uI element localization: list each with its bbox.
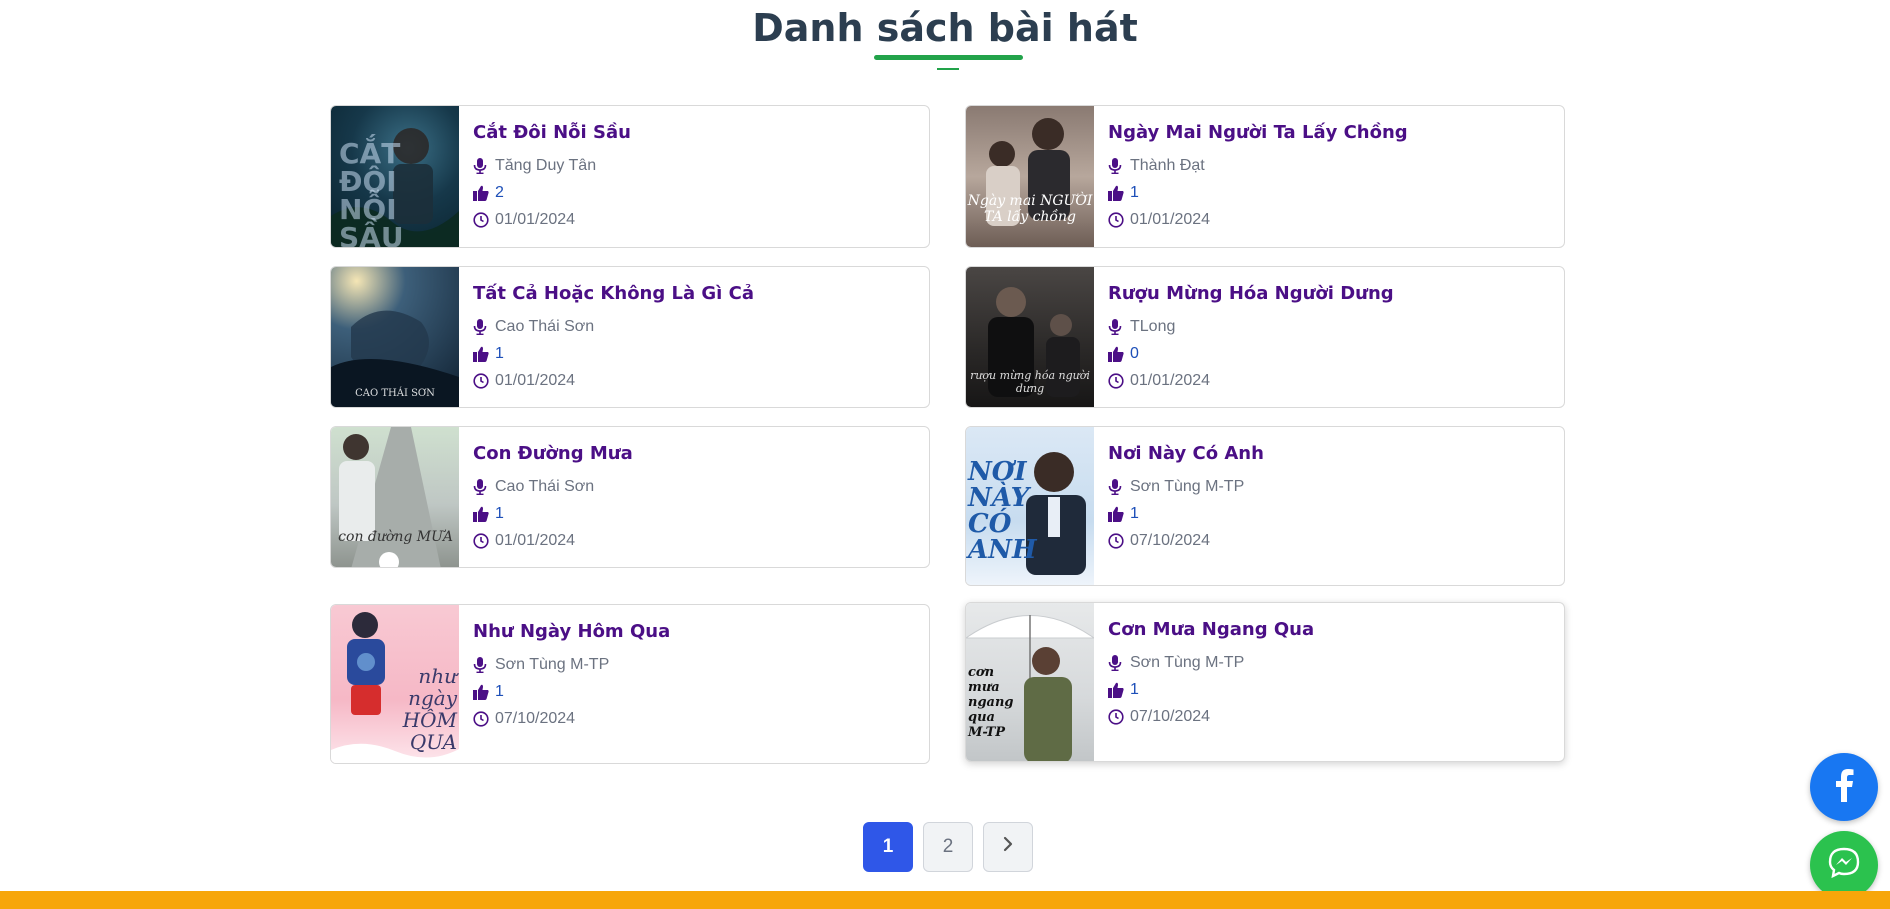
song-artist: Thành Đạt <box>1130 156 1205 174</box>
facebook-button[interactable] <box>1810 753 1878 821</box>
next-page-button[interactable] <box>983 822 1033 872</box>
song-card[interactable]: rượu mừng hóa người dưng Rượu Mừng Hóa N… <box>965 266 1565 408</box>
clock-icon <box>1108 372 1130 389</box>
song-card[interactable]: cơn mưa ngang qua M-TP Cơn Mưa Ngang Qua… <box>965 602 1565 762</box>
song-cover[interactable]: Ngày mai NGƯỜI TA lấy chồng <box>966 106 1094 247</box>
thumbs-up-icon <box>1108 506 1130 522</box>
song-artist: Sơn Tùng M-TP <box>495 655 610 673</box>
song-likes: 2 <box>495 183 504 201</box>
page-1-button[interactable]: 1 <box>863 822 913 872</box>
cover-text: NƠI NÀY CÓ ANH <box>968 457 1037 565</box>
cover-text: cơn mưa ngang qua M-TP <box>968 665 1014 740</box>
cover-text: CAO THÁI SƠN <box>355 388 435 399</box>
song-likes: 1 <box>495 682 504 700</box>
song-likes: 1 <box>1130 504 1139 522</box>
song-cover[interactable]: như ngày HÔM QUA <box>331 605 459 763</box>
song-title[interactable]: Cắt Đôi Nỗi Sầu <box>473 122 919 143</box>
song-card[interactable]: như ngày HÔM QUA Như Ngày Hôm Qua Sơn Tù… <box>330 604 930 764</box>
song-artist: Sơn Tùng M-TP <box>1130 653 1245 671</box>
cover-text: như ngày HÔM QUA <box>402 664 457 754</box>
song-card[interactable]: con đường MƯA Con Đường Mưa Cao Thái Sơn… <box>330 426 930 568</box>
page-2-button[interactable]: 2 <box>923 822 973 872</box>
footer-bar <box>0 891 1890 909</box>
song-date: 01/01/2024 <box>1130 371 1211 389</box>
thumbs-up-icon <box>1108 682 1130 698</box>
song-cover[interactable]: con đường MƯA <box>331 427 459 567</box>
song-card[interactable]: Ngày mai NGƯỜI TA lấy chồng Ngày Mai Ngư… <box>965 105 1565 248</box>
chevron-right-icon <box>1002 836 1014 858</box>
song-card[interactable]: CAO THÁI SƠN Tất Cả Hoặc Không Là Gì Cả … <box>330 266 930 408</box>
song-artist: TLong <box>1130 317 1176 335</box>
microphone-icon <box>1108 157 1130 174</box>
song-date: 01/01/2024 <box>495 210 576 228</box>
cover-text: Ngày mai NGƯỜI TA lấy chồng <box>967 193 1093 225</box>
song-card[interactable]: CẮT ĐÔI NỖI SẦU Cắt Đôi Nỗi Sầu Tăng Duy… <box>330 105 930 248</box>
song-likes: 1 <box>1130 680 1139 698</box>
song-likes: 1 <box>1130 183 1139 201</box>
song-date: 01/01/2024 <box>1130 210 1211 228</box>
song-date: 07/10/2024 <box>1130 531 1211 549</box>
microphone-icon <box>473 157 495 174</box>
clock-icon <box>473 372 495 389</box>
song-cover[interactable]: cơn mưa ngang qua M-TP <box>966 603 1094 761</box>
song-title[interactable]: Ngày Mai Người Ta Lấy Chồng <box>1108 122 1554 143</box>
song-date: 07/10/2024 <box>495 709 576 727</box>
cover-text: CẮT ĐÔI NỖI SẦU <box>339 137 404 248</box>
thumbs-up-icon <box>473 506 495 522</box>
title-underline <box>874 55 1023 60</box>
song-date: 07/10/2024 <box>1130 707 1211 725</box>
clock-icon <box>1108 708 1130 725</box>
song-artist: Cao Thái Sơn <box>495 317 595 335</box>
song-cover[interactable]: rượu mừng hóa người dưng <box>966 267 1094 407</box>
song-likes: 1 <box>495 504 504 522</box>
cover-text: con đường MƯA <box>338 529 453 545</box>
facebook-icon <box>1833 768 1855 807</box>
song-card[interactable]: NƠI NÀY CÓ ANH Nơi Này Có Anh Sơn Tùng M… <box>965 426 1565 586</box>
clock-icon <box>1108 532 1130 549</box>
messenger-button[interactable] <box>1810 831 1878 899</box>
clock-icon <box>473 532 495 549</box>
thumbs-up-icon <box>473 684 495 700</box>
thumbs-up-icon <box>473 346 495 362</box>
song-cover[interactable]: CẮT ĐÔI NỖI SẦU <box>331 106 459 247</box>
messenger-icon <box>1827 846 1861 885</box>
microphone-icon <box>1108 654 1130 671</box>
microphone-icon <box>1108 478 1130 495</box>
microphone-icon <box>473 656 495 673</box>
song-date: 01/01/2024 <box>495 371 576 389</box>
song-artist: Cao Thái Sơn <box>495 477 595 495</box>
song-title[interactable]: Tất Cả Hoặc Không Là Gì Cả <box>473 283 919 304</box>
thumbs-up-icon <box>473 185 495 201</box>
song-title[interactable]: Con Đường Mưa <box>473 443 919 464</box>
clock-icon <box>473 710 495 727</box>
clock-icon <box>473 211 495 228</box>
song-cover[interactable]: NƠI NÀY CÓ ANH <box>966 427 1094 585</box>
song-cover[interactable]: CAO THÁI SƠN <box>331 267 459 407</box>
thumbs-up-icon <box>1108 185 1130 201</box>
song-likes: 1 <box>495 344 504 362</box>
cover-text: rượu mừng hóa người dưng <box>970 369 1090 395</box>
song-title[interactable]: Cơn Mưa Ngang Qua <box>1108 619 1554 640</box>
clock-icon <box>1108 211 1130 228</box>
song-title[interactable]: Rượu Mừng Hóa Người Dưng <box>1108 283 1554 304</box>
song-likes: 0 <box>1130 344 1139 362</box>
microphone-icon <box>473 318 495 335</box>
microphone-icon <box>1108 318 1130 335</box>
song-title[interactable]: Nơi Này Có Anh <box>1108 443 1554 464</box>
song-date: 01/01/2024 <box>495 531 576 549</box>
song-artist: Tăng Duy Tân <box>495 156 597 174</box>
page-title: Danh sách bài hát <box>752 6 1138 50</box>
song-artist: Sơn Tùng M-TP <box>1130 477 1245 495</box>
thumbs-up-icon <box>1108 346 1130 362</box>
song-title[interactable]: Như Ngày Hôm Qua <box>473 621 919 642</box>
title-underline-dash <box>937 68 959 70</box>
microphone-icon <box>473 478 495 495</box>
